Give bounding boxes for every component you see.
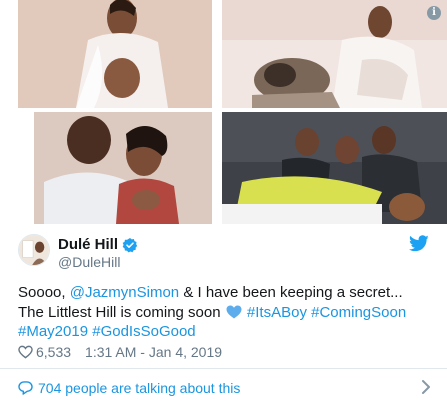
tweet-photo-2[interactable]: i — [222, 0, 447, 108]
tweet-photo-3[interactable] — [34, 112, 212, 224]
tweet-meta: 6,533 1:31 AM - Jan 4, 2019 — [18, 344, 222, 360]
tweet-text: Soooo, @JazmynSimon & I have been keepin… — [18, 283, 428, 342]
hashtag-godissogood[interactable]: #GodIsSoGood — [92, 323, 195, 340]
author-handle[interactable]: @DuleHill — [58, 254, 120, 270]
like-count[interactable]: 6,533 — [36, 344, 71, 360]
heart-outline-icon[interactable] — [18, 345, 33, 359]
name-row: Dulé Hill — [58, 236, 138, 253]
tweet-photo-4[interactable] — [222, 112, 447, 224]
chevron-right-icon[interactable] — [421, 379, 431, 395]
twitter-bird-icon[interactable] — [409, 235, 429, 252]
mention-link[interactable]: @JazmynSimon — [70, 284, 179, 301]
tweet-text-part1: Soooo, — [18, 284, 70, 301]
blue-heart-emoji-icon — [226, 305, 242, 318]
avatar[interactable] — [18, 234, 50, 266]
info-icon[interactable]: i — [427, 6, 441, 20]
hashtag-itsaboy[interactable]: #ItsABoy — [247, 304, 307, 321]
display-name[interactable]: Dulé Hill — [58, 236, 118, 253]
speech-bubble-icon — [18, 381, 33, 395]
hashtag-comingsoon[interactable]: #ComingSoon — [311, 304, 406, 321]
hashtag-may2019[interactable]: #May2019 — [18, 323, 88, 340]
timestamp[interactable]: 1:31 AM - Jan 4, 2019 — [85, 344, 222, 360]
media-grid: i — [0, 0, 447, 224]
verified-badge-icon — [122, 237, 138, 252]
tweet-header: Dulé Hill @DuleHill — [18, 233, 429, 273]
tweet-photo-1[interactable] — [18, 0, 212, 108]
talking-text: 704 people are talking about this — [38, 380, 241, 396]
divider — [0, 368, 447, 369]
talking-link[interactable]: 704 people are talking about this — [18, 380, 240, 396]
